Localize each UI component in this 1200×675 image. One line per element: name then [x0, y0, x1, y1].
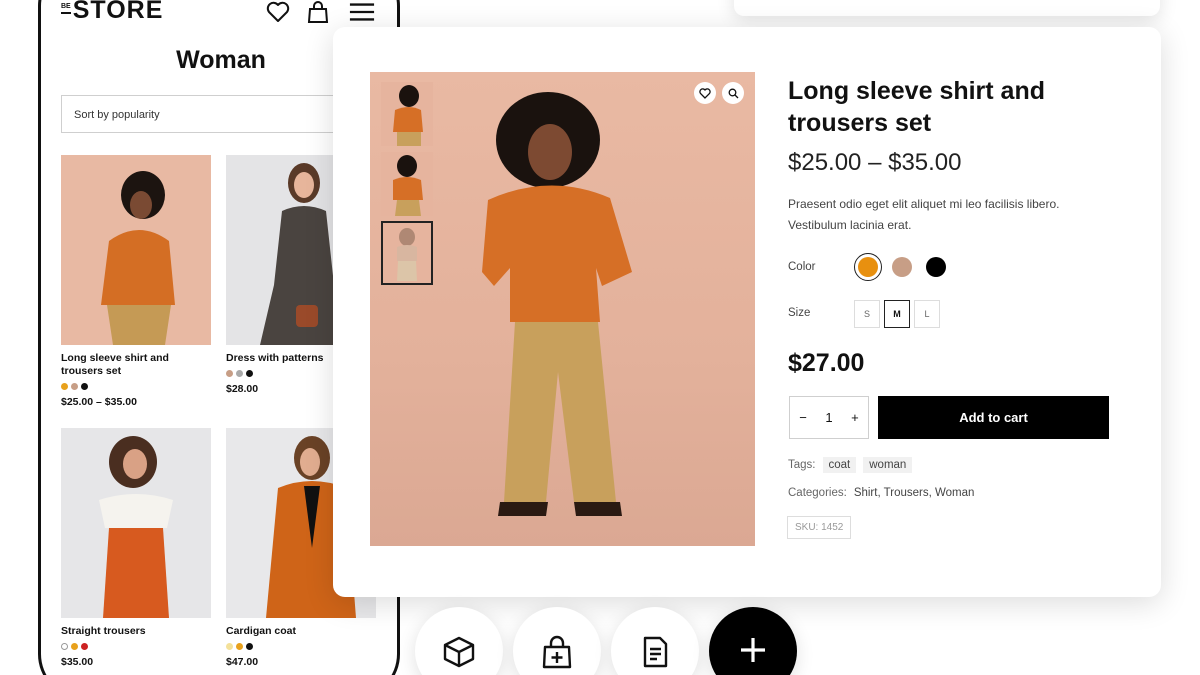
color-dots: [226, 643, 378, 650]
color-swatch-orange[interactable]: [854, 253, 882, 281]
store-logo[interactable]: BE STORE: [61, 0, 163, 23]
sort-select[interactable]: Sort by popularity: [61, 95, 351, 133]
color-dot[interactable]: [61, 383, 68, 390]
tags-row: Tags: coat woman: [788, 457, 913, 473]
tag-woman[interactable]: woman: [863, 457, 913, 473]
product-name[interactable]: Cardigan coat: [226, 625, 378, 638]
bag-add-button[interactable]: [513, 607, 601, 675]
bag-icon[interactable]: [305, 0, 331, 25]
sale-price: $27.00: [788, 349, 865, 377]
thumbnail-1[interactable]: [381, 82, 433, 146]
product-name[interactable]: Straight trousers: [61, 625, 213, 638]
color-dots: [61, 383, 213, 390]
logo-text: STORE: [72, 0, 164, 24]
categories-value[interactable]: Shirt, Trousers, Woman: [854, 487, 975, 499]
quantity-value[interactable]: 1: [825, 410, 832, 425]
box-icon: [443, 636, 475, 668]
categories-label: Categories:: [788, 487, 847, 499]
sku-badge: SKU: 1452: [787, 516, 852, 539]
product-price: $47.00: [226, 656, 259, 668]
zoom-button[interactable]: [722, 82, 744, 104]
search-icon: [728, 88, 738, 98]
add-to-cart-button[interactable]: Add to cart: [878, 396, 1109, 439]
color-dot[interactable]: [236, 643, 243, 650]
categories-row: Categories: Shirt, Trousers, Woman: [788, 487, 974, 499]
heart-icon[interactable]: [265, 0, 291, 25]
color-swatch-beige[interactable]: [888, 253, 916, 281]
color-dot[interactable]: [71, 643, 78, 650]
product-title: Long sleeve shirt and trousers set: [788, 77, 1046, 137]
product-main-image[interactable]: [370, 72, 755, 546]
product-card[interactable]: Long sleeve shirt and trousers set $25.0…: [61, 155, 213, 408]
add-button[interactable]: [709, 607, 797, 675]
document-button[interactable]: [611, 607, 699, 675]
tags-label: Tags:: [788, 459, 816, 471]
color-dot[interactable]: [61, 643, 68, 650]
product-card[interactable]: Straight trousers $35.00: [61, 428, 213, 668]
color-dot[interactable]: [81, 383, 88, 390]
product-detail-card: Long sleeve shirt and trousers set $25.0…: [333, 27, 1161, 597]
color-dot[interactable]: [226, 643, 233, 650]
tag-coat[interactable]: coat: [822, 457, 857, 473]
color-dot[interactable]: [226, 370, 233, 377]
increase-button[interactable]: +: [851, 410, 859, 425]
size-l-button[interactable]: L: [914, 300, 940, 328]
document-icon: [643, 636, 668, 668]
product-name[interactable]: Long sleeve shirt and trousers set: [61, 352, 213, 378]
color-dot[interactable]: [71, 383, 78, 390]
thumbnail-3[interactable]: [381, 221, 433, 285]
box-button[interactable]: [415, 607, 503, 675]
product-price: $25.00 – $35.00: [61, 396, 137, 408]
menu-icon[interactable]: [349, 0, 375, 25]
thumbnail-2[interactable]: [381, 152, 433, 216]
color-dot[interactable]: [246, 643, 253, 650]
price-range: $25.00 – $35.00: [788, 149, 962, 176]
quantity-stepper: − 1 +: [789, 396, 869, 439]
color-swatch-black[interactable]: [922, 253, 950, 281]
color-dots: [61, 643, 213, 650]
size-label: Size: [788, 307, 811, 319]
size-s-button[interactable]: S: [854, 300, 880, 328]
product-image[interactable]: [61, 428, 211, 618]
color-dot[interactable]: [236, 370, 243, 377]
product-price: $35.00: [61, 656, 94, 668]
product-description: Praesent odio eget elit aliquet mi leo f…: [788, 197, 1060, 232]
background-card: [734, 0, 1160, 16]
heart-icon: [699, 87, 711, 99]
color-dot[interactable]: [246, 370, 253, 377]
wishlist-button[interactable]: [694, 82, 716, 104]
size-m-button[interactable]: M: [884, 300, 910, 328]
bag-plus-icon: [542, 635, 572, 669]
product-image[interactable]: [61, 155, 211, 345]
logo-prefix: BE: [61, 3, 71, 14]
plus-icon: [741, 638, 765, 662]
color-dot[interactable]: [81, 643, 88, 650]
decrease-button[interactable]: −: [799, 410, 807, 425]
color-label: Color: [788, 261, 816, 273]
